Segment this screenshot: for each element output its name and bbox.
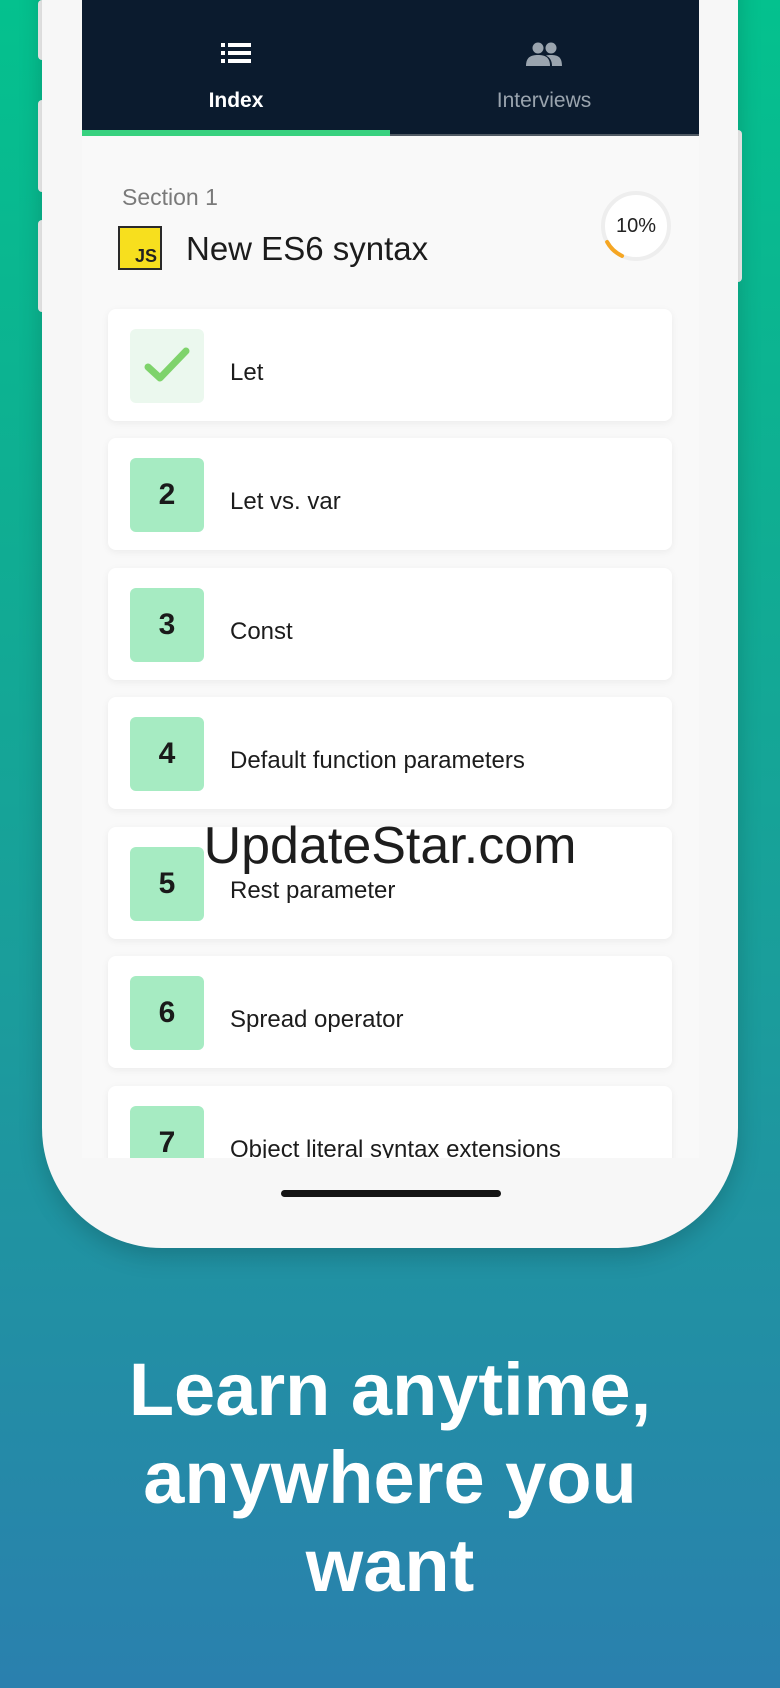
checkmark-icon bbox=[144, 347, 190, 382]
list-icon bbox=[221, 43, 251, 63]
lesson-title: Let vs. var bbox=[230, 488, 341, 515]
progress-value: 10% bbox=[615, 215, 657, 237]
tab-interviews-label: Interviews bbox=[496, 89, 592, 112]
tab-divider bbox=[390, 134, 699, 136]
lesson-title: Spread operator bbox=[230, 1006, 404, 1033]
lesson-number-badge: 4 bbox=[130, 717, 204, 791]
lesson-number-badge: 7 bbox=[130, 1106, 204, 1158]
section-title: New ES6 syntax bbox=[186, 230, 429, 267]
list-item[interactable]: 2 Let vs. var bbox=[108, 438, 672, 550]
watermark: UpdateStar.com bbox=[203, 817, 577, 875]
app-screen: Index Interviews Section 1 JS New ES6 sy… bbox=[82, 0, 699, 1158]
list-item[interactable]: 3 Const bbox=[108, 568, 672, 680]
tab-index-label: Index bbox=[208, 89, 264, 112]
tab-bar: Index Interviews bbox=[82, 0, 699, 136]
lesson-complete-badge bbox=[130, 329, 204, 403]
promo-tagline: Learn anytime, anywhere you want bbox=[0, 1346, 780, 1610]
list-item[interactable]: 6 Spread operator bbox=[108, 956, 672, 1068]
active-tab-indicator bbox=[82, 130, 390, 136]
lesson-title: Let bbox=[230, 359, 264, 386]
progress-ring: 10% bbox=[600, 190, 672, 262]
lesson-number-badge: 2 bbox=[130, 458, 204, 532]
javascript-logo-icon: JS bbox=[118, 226, 162, 270]
lesson-number-badge: 3 bbox=[130, 588, 204, 662]
list-item[interactable]: Let bbox=[108, 309, 672, 421]
tagline-line: want bbox=[305, 1524, 475, 1607]
lesson-title: Default function parameters bbox=[230, 747, 525, 774]
tab-index[interactable]: Index bbox=[82, 0, 390, 136]
tagline-line: Learn anytime, bbox=[128, 1348, 652, 1431]
list-item[interactable]: 4 Default function parameters bbox=[108, 697, 672, 809]
list-item[interactable]: 7 Object literal syntax extensions bbox=[108, 1086, 672, 1158]
tab-interviews[interactable]: Interviews bbox=[390, 0, 698, 136]
people-icon bbox=[526, 42, 562, 66]
javascript-logo-text: JS bbox=[134, 246, 157, 266]
tagline-line: anywhere you bbox=[143, 1436, 637, 1519]
lesson-title: Const bbox=[230, 618, 293, 645]
lesson-title: Object literal syntax extensions bbox=[230, 1136, 561, 1158]
section-label: Section 1 bbox=[122, 184, 218, 210]
home-indicator[interactable] bbox=[281, 1190, 501, 1197]
lesson-number-badge: 6 bbox=[130, 976, 204, 1050]
